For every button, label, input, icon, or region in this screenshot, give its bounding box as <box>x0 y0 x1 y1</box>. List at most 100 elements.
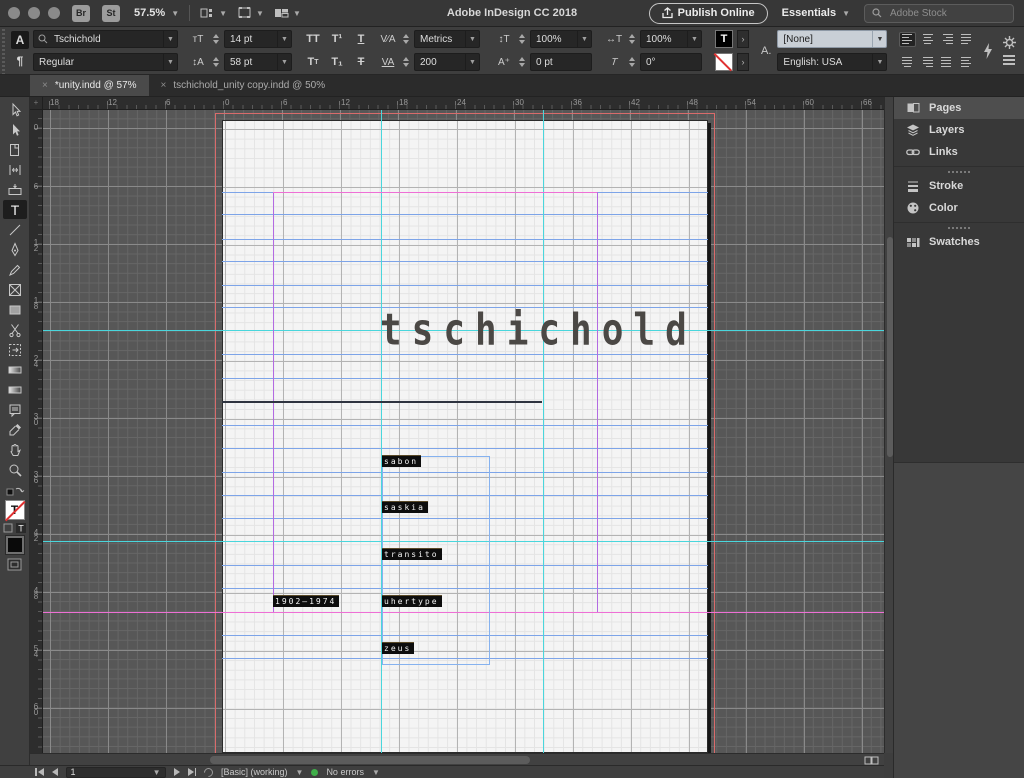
type-specimen-label[interactable]: saskia <box>382 501 428 513</box>
arrange-documents-dropdown[interactable]: ▼ <box>274 6 301 20</box>
ruler-origin-corner[interactable]: + <box>30 97 43 110</box>
formatting-affects-text-button[interactable]: T <box>16 523 26 533</box>
small-caps-button[interactable]: TT <box>303 53 323 71</box>
workspace-switcher[interactable]: Essentials ▼ <box>782 7 850 19</box>
underline-button[interactable]: T <box>351 30 371 48</box>
horizontal-ruler[interactable]: 18 12 6 0 6 12 18 24 30 36 42 48 54 60 66 <box>43 97 884 110</box>
horizontal-scrollbar[interactable] <box>30 753 884 765</box>
tab-unity[interactable]: × *unity.indd @ 57% <box>30 75 149 96</box>
frame-tool[interactable] <box>3 280 27 299</box>
stock-search-box[interactable] <box>864 3 1014 23</box>
screen-mode-button[interactable] <box>6 557 24 573</box>
dock-item-layers[interactable]: Layers <box>894 119 1024 141</box>
close-icon[interactable]: × <box>161 80 167 91</box>
font-family-combo[interactable]: Tschichold ▼ <box>33 30 178 48</box>
paragraph-formatting-button[interactable]: ¶ <box>11 52 29 70</box>
dock-group-divider[interactable] <box>894 222 1024 231</box>
skew-stepper[interactable] <box>627 57 636 67</box>
align-justify-center-button[interactable] <box>899 55 915 70</box>
close-icon[interactable]: × <box>42 80 48 91</box>
font-size-stepper[interactable] <box>211 34 220 44</box>
align-justify-right-button[interactable] <box>919 55 935 70</box>
screen-mode-dropdown[interactable]: ▼ <box>237 6 264 20</box>
align-left-button[interactable] <box>899 31 916 47</box>
vertical-ruler[interactable]: 0 6 12 18 24 30 36 42 48 54 60 <box>30 110 43 753</box>
character-formatting-button[interactable]: A <box>11 31 29 49</box>
spread-view-icon[interactable] <box>864 756 880 765</box>
gradient-feather-tool[interactable] <box>3 380 27 399</box>
free-transform-tool[interactable] <box>3 340 27 359</box>
baseline-shift-field[interactable]: 0 pt <box>530 53 592 71</box>
dock-group-divider[interactable] <box>894 166 1024 175</box>
panel-menu-icon[interactable] <box>1003 55 1016 65</box>
strikethrough-button[interactable]: T <box>351 53 371 71</box>
type-tool[interactable]: T <box>2 200 27 219</box>
fill-flyout-button[interactable]: › <box>737 30 749 48</box>
horizontal-scroll-thumb[interactable] <box>210 756 530 764</box>
align-right-button[interactable] <box>939 32 955 47</box>
font-style-combo[interactable]: Regular ▼ <box>33 53 178 71</box>
pasteboard[interactable]: tschichold sabon saskia transito uhertype ze… <box>43 110 884 753</box>
gradient-tool[interactable] <box>3 360 27 379</box>
leading-field[interactable]: 58 pt ▼ <box>224 53 292 71</box>
dock-item-stroke[interactable]: Stroke <box>894 175 1024 197</box>
content-collector-tool[interactable] <box>3 180 27 199</box>
gap-tool[interactable] <box>3 160 27 179</box>
text-stroke-swatch[interactable] <box>715 53 733 71</box>
zoom-level-dropdown[interactable]: 57.5% ▼ <box>134 7 179 19</box>
horizontal-scale-stepper[interactable] <box>627 34 636 44</box>
preflight-status[interactable]: No errors <box>326 767 364 777</box>
previous-page-button[interactable] <box>51 768 58 776</box>
tracking-stepper[interactable] <box>401 57 410 67</box>
kerning-field[interactable]: Metrics ▼ <box>414 30 480 48</box>
align-center-button[interactable] <box>920 32 936 47</box>
dock-item-pages[interactable]: Pages <box>894 97 1024 119</box>
selection-tool[interactable] <box>3 100 27 119</box>
align-align-away-button[interactable] <box>959 55 975 70</box>
next-page-button[interactable] <box>173 768 180 776</box>
vertical-scroll-thumb[interactable] <box>886 237 893 457</box>
zoom-window-button[interactable] <box>48 7 60 19</box>
panel-grip[interactable] <box>0 27 7 74</box>
last-page-button[interactable] <box>187 768 196 776</box>
chevron-down-icon[interactable]: ▼ <box>372 768 380 777</box>
skew-field[interactable]: 0° <box>640 53 702 71</box>
zoom-tool[interactable] <box>3 460 27 479</box>
note-tool[interactable] <box>3 400 27 419</box>
vertical-scale-field[interactable]: 100% ▼ <box>530 30 592 48</box>
align-justify-left-button[interactable] <box>959 32 975 47</box>
type-specimen-label[interactable]: zeus <box>382 642 415 654</box>
align-justify-all-button[interactable] <box>939 55 955 70</box>
first-page-button[interactable] <box>35 768 44 776</box>
publish-online-button[interactable]: Publish Online <box>648 2 768 24</box>
tab-tschichold-unity-copy[interactable]: × tschichold_unity copy.indd @ 50% <box>149 75 338 96</box>
formatting-affects-container-button[interactable] <box>3 523 13 533</box>
direct-selection-tool[interactable] <box>3 120 27 139</box>
horizontal-scale-field[interactable]: 100% ▼ <box>640 30 702 48</box>
text-fill-none-swatch[interactable]: T <box>4 500 25 520</box>
scissors-tool[interactable] <box>3 320 27 339</box>
line-tool[interactable] <box>3 220 27 239</box>
baseline-shift-stepper[interactable] <box>517 57 526 67</box>
page-number-dropdown[interactable]: 1 ▼ <box>65 766 166 778</box>
language-combo[interactable]: English: USA ▼ <box>777 53 888 71</box>
stroke-flyout-button[interactable]: › <box>737 53 749 71</box>
vertical-scale-stepper[interactable] <box>517 34 526 44</box>
character-style-combo[interactable]: [None] ▼ <box>777 30 888 48</box>
dock-item-links[interactable]: Links <box>894 141 1024 163</box>
type-specimen-label[interactable]: sabon <box>382 455 422 467</box>
superscript-button[interactable]: T¹ <box>327 30 347 48</box>
font-size-field[interactable]: 14 pt ▼ <box>224 30 292 48</box>
dock-item-color[interactable]: Color <box>894 197 1024 219</box>
chevron-down-icon[interactable]: ▼ <box>296 768 304 777</box>
search-input[interactable] <box>888 6 998 20</box>
preflight-profile[interactable]: [Basic] (working) <box>221 767 288 777</box>
pen-tool[interactable] <box>3 240 27 259</box>
leading-stepper[interactable] <box>211 57 220 67</box>
close-window-button[interactable] <box>8 7 20 19</box>
date-range-label[interactable]: 1902—1974 <box>273 595 340 607</box>
type-specimen-label[interactable]: uhertype <box>382 595 442 607</box>
tracking-field[interactable]: 200 ▼ <box>414 53 480 71</box>
rectangle-tool[interactable] <box>3 300 27 319</box>
type-specimen-label[interactable]: transito <box>382 548 442 560</box>
